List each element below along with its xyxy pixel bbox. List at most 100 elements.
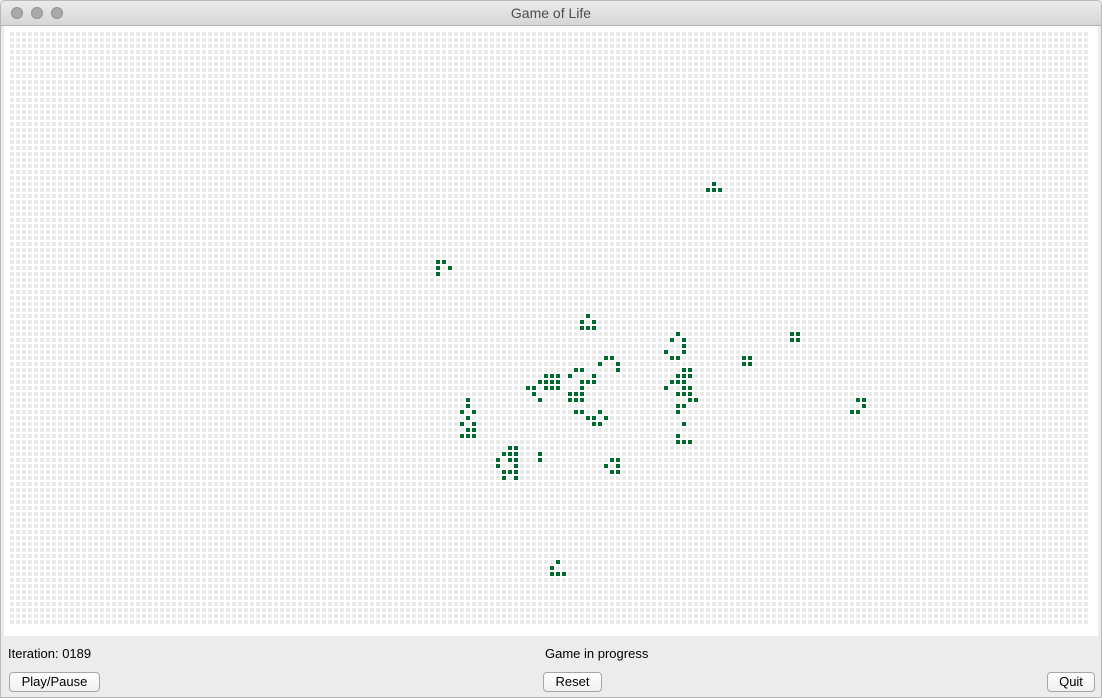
live-cell[interactable] xyxy=(532,392,536,396)
live-cell[interactable] xyxy=(580,410,584,414)
live-cell[interactable] xyxy=(562,572,566,576)
live-cell[interactable] xyxy=(592,374,596,378)
live-cell[interactable] xyxy=(790,338,794,342)
live-cell[interactable] xyxy=(586,314,590,318)
live-cell[interactable] xyxy=(682,368,686,372)
live-cell[interactable] xyxy=(466,404,470,408)
live-cell[interactable] xyxy=(496,458,500,462)
reset-button[interactable]: Reset xyxy=(543,672,602,692)
live-cell[interactable] xyxy=(796,332,800,336)
live-cell[interactable] xyxy=(526,386,530,390)
live-cell[interactable] xyxy=(682,350,686,354)
live-cell[interactable] xyxy=(436,260,440,264)
live-cell[interactable] xyxy=(742,362,746,366)
live-cell[interactable] xyxy=(616,368,620,372)
live-cell[interactable] xyxy=(592,416,596,420)
live-cell[interactable] xyxy=(580,368,584,372)
live-cell[interactable] xyxy=(688,440,692,444)
live-cell[interactable] xyxy=(682,440,686,444)
live-cell[interactable] xyxy=(550,566,554,570)
live-cell[interactable] xyxy=(712,188,716,192)
live-cell[interactable] xyxy=(862,398,866,402)
live-cell[interactable] xyxy=(514,470,518,474)
live-cell[interactable] xyxy=(676,440,680,444)
live-cell[interactable] xyxy=(556,374,560,378)
live-cell[interactable] xyxy=(556,386,560,390)
live-cell[interactable] xyxy=(598,410,602,414)
live-cell[interactable] xyxy=(460,434,464,438)
live-cell[interactable] xyxy=(598,362,602,366)
quit-button[interactable]: Quit xyxy=(1047,672,1095,692)
live-cell[interactable] xyxy=(508,446,512,450)
live-cell[interactable] xyxy=(676,356,680,360)
live-cell[interactable] xyxy=(466,428,470,432)
live-cell[interactable] xyxy=(676,332,680,336)
live-cell[interactable] xyxy=(610,470,614,474)
live-cell[interactable] xyxy=(436,272,440,276)
live-cell[interactable] xyxy=(598,422,602,426)
live-cell[interactable] xyxy=(718,188,722,192)
live-cell[interactable] xyxy=(796,338,800,342)
live-cell[interactable] xyxy=(538,458,542,462)
live-cell[interactable] xyxy=(466,398,470,402)
live-cell[interactable] xyxy=(706,188,710,192)
live-cell[interactable] xyxy=(688,368,692,372)
live-cell[interactable] xyxy=(460,422,464,426)
live-cell[interactable] xyxy=(682,344,686,348)
live-cell[interactable] xyxy=(856,398,860,402)
live-cell[interactable] xyxy=(604,464,608,468)
live-cell[interactable] xyxy=(592,422,596,426)
live-cell[interactable] xyxy=(586,380,590,384)
live-cell[interactable] xyxy=(496,464,500,468)
live-cell[interactable] xyxy=(676,380,680,384)
live-cell[interactable] xyxy=(676,404,680,408)
live-cell[interactable] xyxy=(586,416,590,420)
live-cell[interactable] xyxy=(574,368,578,372)
live-cell[interactable] xyxy=(448,266,452,270)
live-cell[interactable] xyxy=(616,470,620,474)
live-cell[interactable] xyxy=(550,374,554,378)
live-cell[interactable] xyxy=(676,410,680,414)
live-cell[interactable] xyxy=(856,410,860,414)
live-cell[interactable] xyxy=(442,260,446,264)
live-cell[interactable] xyxy=(682,422,686,426)
live-cell[interactable] xyxy=(664,350,668,354)
live-cell[interactable] xyxy=(676,392,680,396)
live-cell[interactable] xyxy=(850,410,854,414)
live-cell[interactable] xyxy=(538,398,542,402)
live-cell[interactable] xyxy=(616,362,620,366)
live-cell[interactable] xyxy=(556,560,560,564)
play-pause-button[interactable]: Play/Pause xyxy=(9,672,100,692)
live-cell[interactable] xyxy=(616,464,620,468)
live-cell[interactable] xyxy=(544,386,548,390)
live-cell[interactable] xyxy=(670,356,674,360)
live-cell[interactable] xyxy=(514,464,518,468)
live-cell[interactable] xyxy=(568,392,572,396)
live-cell[interactable] xyxy=(556,572,560,576)
live-cell[interactable] xyxy=(460,410,464,414)
live-cell[interactable] xyxy=(676,374,680,378)
live-cell[interactable] xyxy=(472,422,476,426)
live-cell[interactable] xyxy=(436,266,440,270)
live-cell[interactable] xyxy=(580,380,584,384)
live-cell[interactable] xyxy=(604,416,608,420)
live-cell[interactable] xyxy=(748,362,752,366)
live-cell[interactable] xyxy=(580,320,584,324)
live-cell[interactable] xyxy=(472,428,476,432)
live-cell[interactable] xyxy=(544,374,548,378)
live-cell[interactable] xyxy=(694,398,698,402)
live-cell[interactable] xyxy=(550,380,554,384)
live-cell[interactable] xyxy=(688,392,692,396)
live-cell[interactable] xyxy=(748,356,752,360)
live-cell[interactable] xyxy=(670,338,674,342)
live-cell[interactable] xyxy=(688,374,692,378)
live-cell[interactable] xyxy=(586,326,590,330)
live-cell[interactable] xyxy=(664,386,668,390)
live-cell[interactable] xyxy=(466,434,470,438)
live-cell[interactable] xyxy=(616,458,620,462)
live-cell[interactable] xyxy=(556,380,560,384)
live-cell[interactable] xyxy=(466,416,470,420)
live-cell[interactable] xyxy=(550,386,554,390)
live-cell[interactable] xyxy=(514,458,518,462)
live-cell[interactable] xyxy=(604,356,608,360)
